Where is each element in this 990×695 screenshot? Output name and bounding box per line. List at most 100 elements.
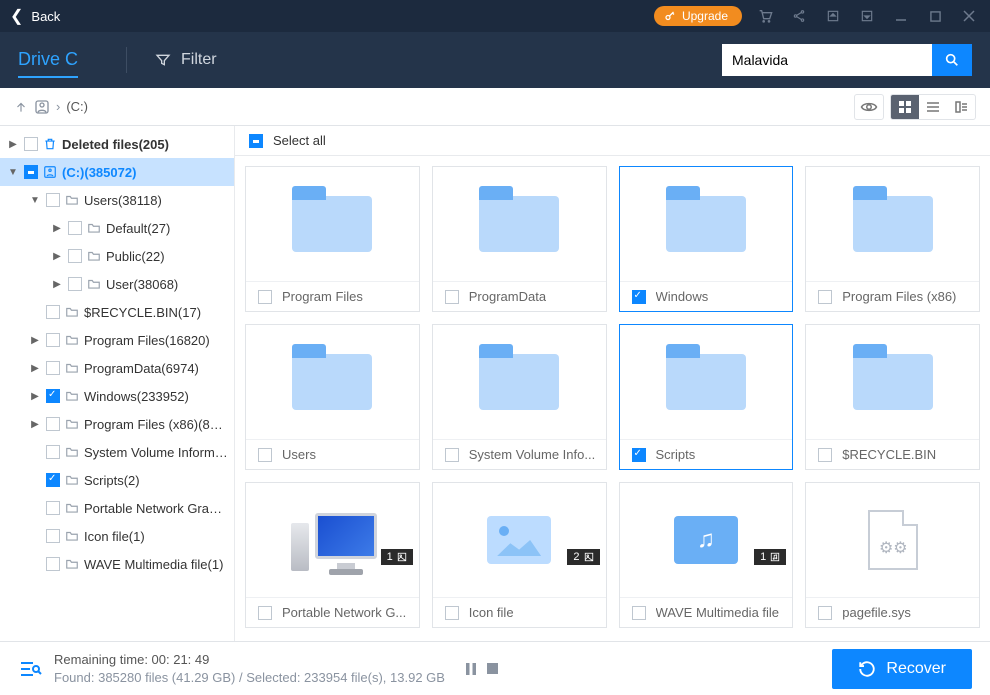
image-icon	[487, 516, 551, 564]
expander-icon[interactable]: ▶	[50, 223, 64, 234]
upgrade-button[interactable]: Upgrade	[654, 6, 742, 26]
count-badge: 2	[567, 549, 599, 565]
file-card[interactable]: Program Files (x86)	[805, 166, 980, 312]
checkbox[interactable]	[258, 448, 272, 462]
checkbox[interactable]	[46, 473, 60, 487]
tree-label: Public(22)	[106, 249, 165, 264]
tree-row[interactable]: ▶User(38068)	[0, 270, 234, 298]
folder-icon	[86, 220, 102, 236]
view-grid[interactable]	[891, 95, 919, 119]
checkbox[interactable]	[24, 165, 38, 179]
file-card[interactable]: 2 Icon file	[432, 482, 607, 628]
checkbox[interactable]	[445, 290, 459, 304]
checkbox[interactable]	[68, 249, 82, 263]
tree-drive-c[interactable]: ▼ (C:)(385072)	[0, 158, 234, 186]
file-card[interactable]: Program Files	[245, 166, 420, 312]
tree-row[interactable]: ▶Windows(233952)	[0, 382, 234, 410]
tree-row[interactable]: ▶Program Files(16820)	[0, 326, 234, 354]
expander-icon[interactable]: ▶	[50, 279, 64, 290]
expander-icon[interactable]: ▶	[28, 335, 42, 346]
preview-toggle[interactable]	[854, 94, 884, 120]
checkbox[interactable]	[258, 290, 272, 304]
checkbox[interactable]	[445, 448, 459, 462]
import-icon[interactable]	[856, 5, 878, 27]
file-card[interactable]: Users	[245, 324, 420, 470]
stop-button[interactable]	[487, 663, 498, 675]
drive-tab[interactable]: Drive C	[18, 49, 78, 78]
tree-row[interactable]: System Volume Information	[0, 438, 234, 466]
search-box	[722, 44, 972, 76]
expander-icon[interactable]: ▶	[28, 391, 42, 402]
checkbox[interactable]	[818, 290, 832, 304]
cart-icon[interactable]	[754, 5, 776, 27]
tree-row[interactable]: ▶Default(27)	[0, 214, 234, 242]
checkbox[interactable]	[46, 193, 60, 207]
checkbox[interactable]	[46, 529, 60, 543]
expander-icon[interactable]: ▶	[50, 251, 64, 262]
filter-button[interactable]: Filter	[155, 51, 217, 69]
select-all-checkbox[interactable]	[249, 134, 263, 148]
checkbox[interactable]	[46, 389, 60, 403]
share-icon[interactable]	[788, 5, 810, 27]
header-bar: Drive C Filter	[0, 32, 990, 88]
checkbox[interactable]	[46, 361, 60, 375]
checkbox[interactable]	[46, 557, 60, 571]
checkbox[interactable]	[632, 448, 646, 462]
checkbox[interactable]	[46, 333, 60, 347]
file-card[interactable]: ♫1 WAVE Multimedia file	[619, 482, 794, 628]
title-bar: ❮ Back Upgrade	[0, 0, 990, 32]
checkbox[interactable]	[818, 448, 832, 462]
tree-row[interactable]: $RECYCLE.BIN(17)	[0, 298, 234, 326]
file-card[interactable]: System Volume Info...	[432, 324, 607, 470]
tree-label: Scripts(2)	[84, 473, 140, 488]
file-card[interactable]: Windows	[619, 166, 794, 312]
checkbox[interactable]	[46, 445, 60, 459]
expander-icon[interactable]: ▼	[6, 167, 20, 178]
checkbox[interactable]	[632, 606, 646, 620]
checkbox[interactable]	[46, 417, 60, 431]
checkbox[interactable]	[68, 277, 82, 291]
checkbox[interactable]	[24, 137, 38, 151]
maximize-icon[interactable]	[924, 5, 946, 27]
file-card[interactable]: ProgramData	[432, 166, 607, 312]
view-list[interactable]	[919, 95, 947, 119]
main-area: ▶ Deleted files(205) ▼ (C:)(385072) ▼Use…	[0, 126, 990, 641]
user-icon[interactable]	[34, 99, 50, 115]
checkbox[interactable]	[445, 606, 459, 620]
file-card[interactable]: ⚙⚙pagefile.sys	[805, 482, 980, 628]
pause-button[interactable]	[465, 663, 477, 675]
minimize-icon[interactable]	[890, 5, 912, 27]
tree-row[interactable]: Scripts(2)	[0, 466, 234, 494]
tree-row[interactable]: ▶Program Files (x86)(89184)	[0, 410, 234, 438]
tree-row[interactable]: Portable Network Graphics	[0, 494, 234, 522]
checkbox[interactable]	[632, 290, 646, 304]
breadcrumb-path[interactable]: (C:)	[66, 99, 88, 114]
tree-row[interactable]: WAVE Multimedia file(1)	[0, 550, 234, 578]
export-icon[interactable]	[822, 5, 844, 27]
tree-row[interactable]: Icon file(1)	[0, 522, 234, 550]
checkbox[interactable]	[258, 606, 272, 620]
back-button[interactable]: ❮ Back	[10, 6, 60, 26]
search-button[interactable]	[932, 44, 972, 76]
tree-row[interactable]: ▶ Public(22)	[0, 242, 234, 270]
checkbox[interactable]	[68, 221, 82, 235]
recover-button[interactable]: Recover	[832, 649, 972, 689]
close-icon[interactable]	[958, 5, 980, 27]
checkbox[interactable]	[46, 305, 60, 319]
tree-row[interactable]: ▶ProgramData(6974)	[0, 354, 234, 382]
expander-icon[interactable]: ▶	[28, 419, 42, 430]
expander-icon[interactable]: ▶	[28, 363, 42, 374]
tree-row[interactable]: ▼Users(38118)	[0, 186, 234, 214]
checkbox[interactable]	[46, 501, 60, 515]
search-input[interactable]	[722, 44, 932, 76]
file-card[interactable]: 1 Portable Network G...	[245, 482, 420, 628]
key-icon	[664, 10, 676, 22]
file-card[interactable]: $RECYCLE.BIN	[805, 324, 980, 470]
tree-deleted-files[interactable]: ▶ Deleted files(205)	[0, 130, 234, 158]
file-card[interactable]: Scripts	[619, 324, 794, 470]
checkbox[interactable]	[818, 606, 832, 620]
up-icon[interactable]	[14, 100, 28, 114]
view-detail[interactable]	[947, 95, 975, 119]
expander-icon[interactable]: ▼	[28, 195, 42, 206]
expander-icon[interactable]: ▶	[6, 139, 20, 150]
